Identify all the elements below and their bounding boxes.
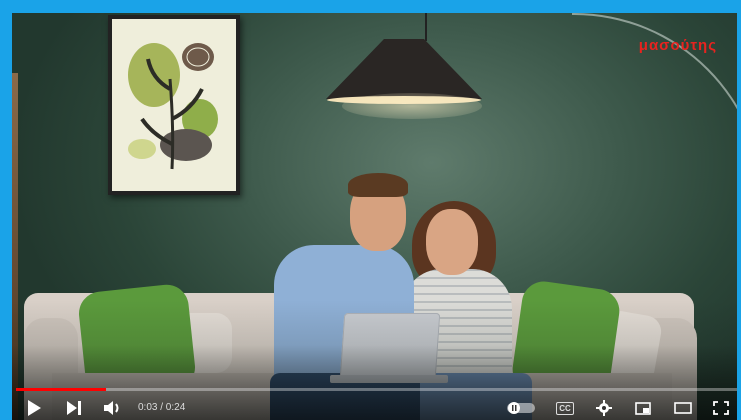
time-display: 0:03 / 0:24 xyxy=(138,402,186,413)
floor-lamp-arc xyxy=(572,13,737,335)
volume-icon[interactable] xyxy=(102,398,124,418)
woman-face xyxy=(426,209,478,275)
fullscreen-icon[interactable] xyxy=(710,398,732,418)
next-icon[interactable] xyxy=(64,398,84,418)
progress-played xyxy=(16,388,107,391)
brand-logo: μασούτης xyxy=(638,37,717,54)
lamp-glow xyxy=(342,93,482,119)
theater-mode-icon[interactable] xyxy=(672,398,694,418)
autoplay-toggle-icon[interactable] xyxy=(506,398,536,418)
wall-painting xyxy=(108,15,240,195)
gear-icon[interactable] xyxy=(593,398,615,418)
captions-icon[interactable]: CC xyxy=(554,398,576,418)
lamp-cord xyxy=(425,13,427,41)
play-icon[interactable] xyxy=(24,398,44,418)
miniplayer-icon[interactable] xyxy=(632,398,654,418)
progress-bar[interactable] xyxy=(16,388,737,391)
man-hair xyxy=(348,173,408,197)
